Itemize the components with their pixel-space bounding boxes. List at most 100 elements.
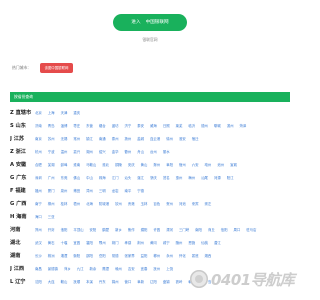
city-link[interactable]: 铁岭	[176, 279, 183, 284]
city-link[interactable]: 江门	[112, 175, 119, 180]
city-link[interactable]: 烟台	[99, 123, 106, 128]
city-link[interactable]: 台州	[150, 149, 157, 154]
city-link[interactable]: 亳州	[205, 162, 212, 167]
city-link[interactable]: 南通	[99, 136, 106, 141]
city-link[interactable]: 中山	[86, 175, 93, 180]
city-link[interactable]: 南昌	[35, 266, 42, 271]
city-link[interactable]: 仙桃	[201, 240, 208, 245]
city-link[interactable]: 莱芜	[176, 123, 183, 128]
city-link[interactable]: 咸宁	[163, 240, 170, 245]
city-link[interactable]: 宿州	[179, 162, 186, 167]
city-link[interactable]: 广州	[48, 175, 55, 180]
city-link[interactable]: 漯河	[166, 227, 173, 232]
city-link[interactable]: 开封	[48, 227, 55, 232]
city-link[interactable]: 铜陵	[115, 162, 122, 167]
city-link[interactable]: 潍坊	[112, 123, 119, 128]
city-link[interactable]: 舟山	[137, 149, 144, 154]
city-link[interactable]: 贵港	[128, 201, 135, 206]
city-link[interactable]: 娄底	[192, 253, 199, 258]
city-link[interactable]: 东营	[86, 123, 93, 128]
city-link[interactable]: 日照	[163, 123, 170, 128]
city-link[interactable]: 蚌埠	[61, 162, 68, 167]
city-link[interactable]: 荆门	[112, 240, 119, 245]
city-link[interactable]: 贺州	[166, 201, 173, 206]
city-link[interactable]: 梧州	[73, 201, 80, 206]
city-link[interactable]: 威海	[150, 123, 157, 128]
city-link[interactable]: 三亚	[48, 214, 55, 219]
city-link[interactable]: 汕尾	[201, 175, 208, 180]
city-link[interactable]: 芜湖	[48, 162, 55, 167]
city-link[interactable]: 赣州	[115, 266, 122, 271]
official-site-link[interactable]: 银联官网	[132, 37, 168, 43]
city-link[interactable]: 鹤壁	[102, 227, 109, 232]
city-link[interactable]: 潜江	[214, 240, 221, 245]
city-link[interactable]: 九江	[77, 266, 84, 271]
city-link[interactable]: 焦作	[128, 227, 135, 232]
city-link[interactable]: 天津	[61, 110, 68, 115]
city-link[interactable]: 北海	[86, 201, 93, 206]
city-link[interactable]: 青岛	[48, 123, 55, 128]
city-link[interactable]: 抚州	[153, 266, 160, 271]
city-link[interactable]: 孝感	[124, 240, 131, 245]
city-link[interactable]: 枣庄	[73, 123, 80, 128]
city-link[interactable]: 泰州	[112, 136, 119, 141]
city-link[interactable]: 信阳	[221, 227, 228, 232]
city-link[interactable]: 南宁	[35, 201, 42, 206]
city-link[interactable]: 随州	[176, 240, 183, 245]
city-link[interactable]: 宁波	[48, 149, 55, 154]
city-link[interactable]: 抚顺	[73, 279, 80, 284]
city-link[interactable]: 周口	[234, 227, 241, 232]
city-link[interactable]: 岳阳	[99, 253, 106, 258]
city-link[interactable]: 三明	[99, 188, 106, 193]
city-link[interactable]: 武汉	[35, 240, 42, 245]
city-link[interactable]: 龙岩	[112, 188, 119, 193]
city-link[interactable]: 汕头	[124, 175, 131, 180]
city-link[interactable]: 阳江	[227, 175, 234, 180]
city-link[interactable]: 福州	[35, 188, 42, 193]
city-link[interactable]: 湖州	[86, 149, 93, 154]
city-link[interactable]: 邵阳	[86, 253, 93, 258]
city-link[interactable]: 辽阳	[150, 279, 157, 284]
city-link[interactable]: 池州	[217, 162, 224, 167]
city-link[interactable]: 杭州	[35, 149, 42, 154]
city-link[interactable]: 钦州	[115, 201, 122, 206]
city-link[interactable]: 宣城	[230, 162, 237, 167]
city-link[interactable]: 惠州	[176, 175, 183, 180]
city-link[interactable]: 梅州	[188, 175, 195, 180]
city-link[interactable]: 连云港	[150, 136, 160, 141]
city-link[interactable]: 上海	[48, 110, 55, 115]
city-link[interactable]: 商丘	[208, 227, 215, 232]
city-link[interactable]: 十堰	[61, 240, 68, 245]
city-link[interactable]: 玉林	[141, 201, 148, 206]
city-link[interactable]: 济南	[35, 123, 42, 128]
city-link[interactable]: 马鞍山	[86, 162, 96, 167]
city-link[interactable]: 恩施	[188, 240, 195, 245]
city-link[interactable]: 泰安	[137, 123, 144, 128]
city-link[interactable]: 来宾	[192, 201, 199, 206]
city-link[interactable]: 温州	[61, 149, 68, 154]
city-link[interactable]: 临沂	[188, 123, 195, 128]
city-link[interactable]: 鄂州	[99, 240, 106, 245]
city-link[interactable]: 鞍山	[61, 279, 68, 284]
city-link[interactable]: 六安	[192, 162, 199, 167]
city-link[interactable]: 常州	[73, 136, 80, 141]
city-link[interactable]: 海口	[35, 214, 42, 219]
city-link[interactable]: 洛阳	[61, 227, 68, 232]
city-link[interactable]: 金华	[112, 149, 119, 154]
city-link[interactable]: 营口	[124, 279, 131, 284]
city-link[interactable]: 丽水	[163, 149, 170, 154]
city-link[interactable]: 盐城	[137, 136, 144, 141]
city-link[interactable]: 南平	[124, 188, 131, 193]
city-link[interactable]: 宜春	[141, 266, 148, 271]
city-link[interactable]: 许昌	[153, 227, 160, 232]
city-link[interactable]: 济宁	[124, 123, 131, 128]
city-link[interactable]: 合肥	[35, 162, 42, 167]
city-link[interactable]: 驻马店	[246, 227, 256, 232]
city-link[interactable]: 大连	[48, 279, 55, 284]
city-link[interactable]: 平顶山	[73, 227, 83, 232]
city-link[interactable]: 防城港	[99, 201, 109, 206]
city-link[interactable]: 黄山	[141, 162, 148, 167]
city-link[interactable]: 荆州	[137, 240, 144, 245]
city-link[interactable]: 黄石	[48, 240, 55, 245]
city-link[interactable]: 三门峡	[179, 227, 189, 232]
